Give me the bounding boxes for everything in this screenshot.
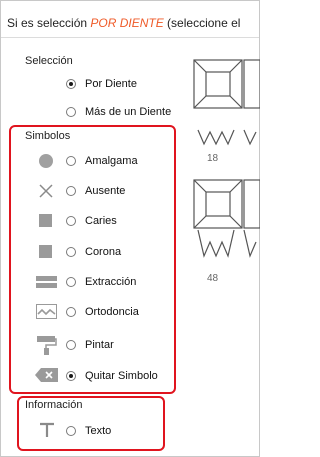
tooth-number-18: 18 <box>207 153 219 164</box>
seleccion-title: Selección <box>25 55 73 67</box>
informacion-highlight-box <box>17 396 165 451</box>
label-por-diente[interactable]: Por Diente <box>85 78 137 90</box>
tooth-number-48: 48 <box>207 273 219 284</box>
tooth-diagram-48[interactable] <box>186 178 260 272</box>
simbolos-highlight-box <box>9 125 176 394</box>
label-mas-de-un-diente[interactable]: Más de un Diente <box>85 106 171 118</box>
instruction-prefix: Si es selección <box>7 16 91 30</box>
instruction-suffix: (seleccione el <box>163 16 241 30</box>
tooth-diagram-18[interactable] <box>186 58 260 162</box>
instruction-text: Si es selección POR DIENTE (seleccione e… <box>7 16 240 30</box>
instruction-bar: Si es selección POR DIENTE (seleccione e… <box>1 1 259 38</box>
instruction-highlight: POR DIENTE <box>90 16 164 30</box>
radio-mas-de-un-diente[interactable] <box>66 107 76 117</box>
radio-por-diente[interactable] <box>66 79 76 89</box>
